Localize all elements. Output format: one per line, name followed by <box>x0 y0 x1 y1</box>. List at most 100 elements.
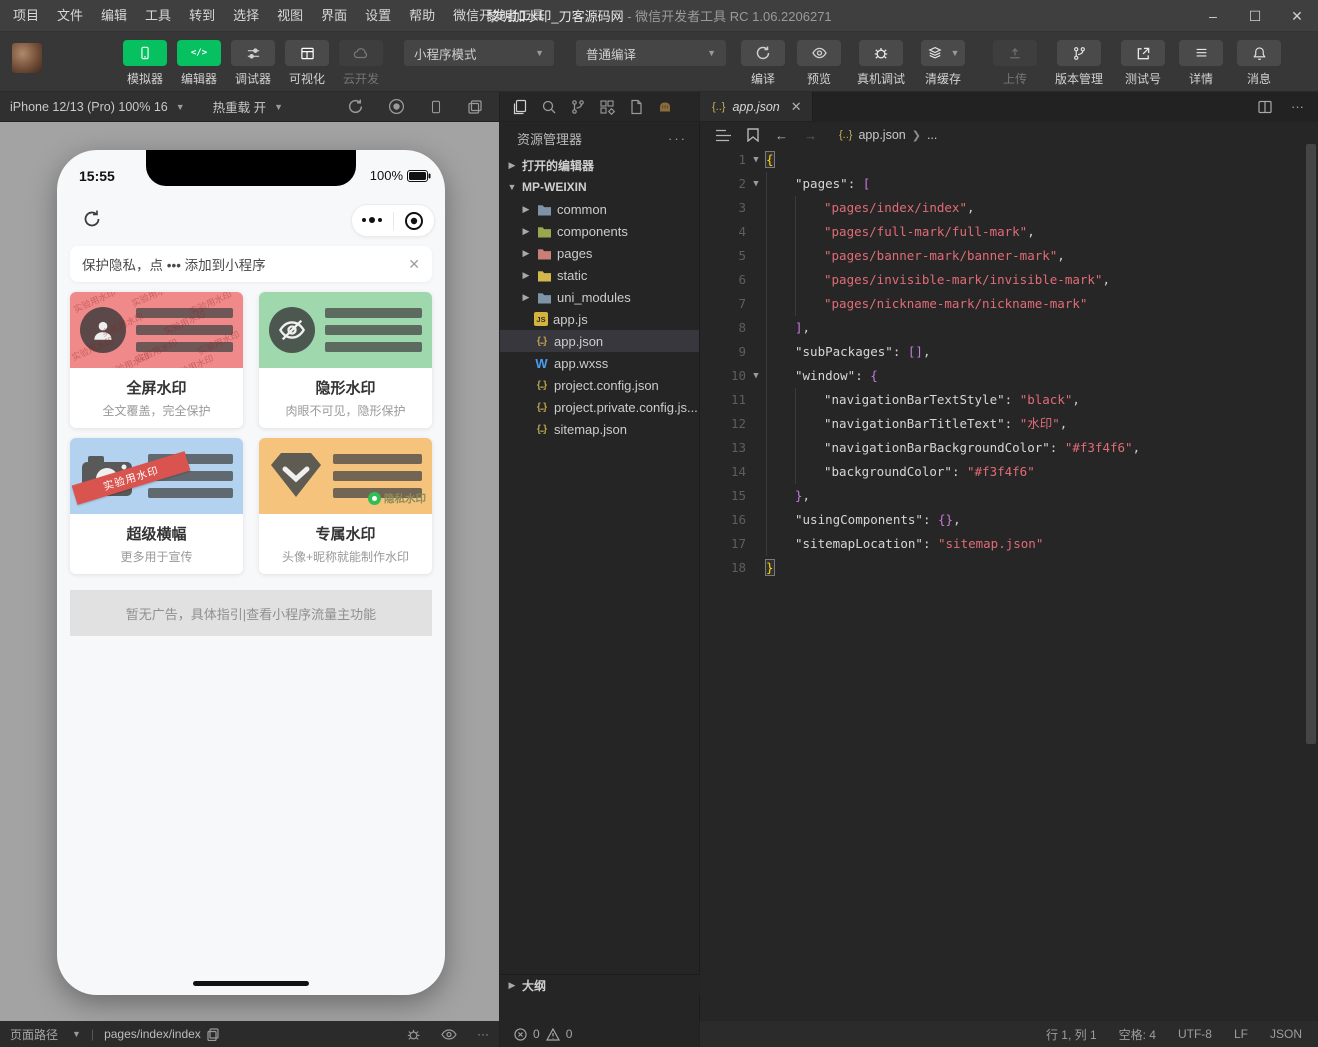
device-icon[interactable] <box>429 98 443 115</box>
menu-item[interactable]: 选择 <box>224 0 268 32</box>
view-toggle-模拟器[interactable]: 模拟器 <box>122 40 168 87</box>
code-line[interactable]: 11 "navigationBarTextStyle": "black", <box>700 388 1304 412</box>
action-预览[interactable]: 预览 <box>796 40 842 87</box>
action-上传[interactable]: 上传 <box>992 40 1038 87</box>
feature-card[interactable]: 隐私水印 专属水印 头像+昵称就能制作水印 <box>259 438 432 574</box>
tree-file-app.wxss[interactable]: Wapp.wxss <box>500 352 699 374</box>
more-icon[interactable]: ··· <box>477 1027 489 1041</box>
maximize-button[interactable]: ☐ <box>1234 0 1276 32</box>
action-编译[interactable]: 编译 <box>740 40 786 87</box>
mode-select[interactable]: 小程序模式 ▼ <box>404 40 554 66</box>
code-line[interactable]: 17 "sitemapLocation": "sitemap.json" <box>700 532 1304 556</box>
minimize-button[interactable]: – <box>1192 0 1234 32</box>
code-line[interactable]: 3 "pages/index/index", <box>700 196 1304 220</box>
avatar[interactable] <box>12 43 42 73</box>
tree-folder-static[interactable]: ▶ static <box>500 264 699 286</box>
cursor-position[interactable]: 行 1, 列 1 <box>1046 1026 1097 1043</box>
code-line[interactable]: 6 "pages/invisible-mark/invisible-mark", <box>700 268 1304 292</box>
code-line[interactable]: 13 "navigationBarBackgroundColor": "#f3f… <box>700 436 1304 460</box>
record-icon[interactable] <box>388 98 405 115</box>
compile-select[interactable]: 普通编译 ▼ <box>576 40 726 66</box>
indentation[interactable]: 空格: 4 <box>1119 1026 1156 1043</box>
tree-file-project.private.config.js...[interactable]: {..} project.private.config.js... <box>500 396 699 418</box>
code-line[interactable]: 16 "usingComponents": {}, <box>700 508 1304 532</box>
statusbar-problems-section[interactable]: 0 0 <box>500 1021 700 1047</box>
nav-back-icon[interactable]: ← <box>775 128 788 143</box>
breadcrumb-file[interactable]: {..} app.json ❯ ... <box>839 128 937 142</box>
action-详情[interactable]: 详情 <box>1178 40 1224 87</box>
feature-card[interactable]: 隐形水印 肉眼不可见，隐形保护 <box>259 292 432 428</box>
code-line[interactable]: 9 "subPackages": [], <box>700 340 1304 364</box>
extensions-icon[interactable] <box>599 99 615 115</box>
search-icon[interactable] <box>541 99 557 115</box>
source-control-icon[interactable] <box>570 99 586 115</box>
bookmark-icon[interactable] <box>747 128 759 142</box>
more-icon[interactable]: ··· <box>668 131 687 146</box>
npm-build-icon[interactable] <box>657 99 673 115</box>
language-mode[interactable]: JSON <box>1270 1027 1302 1041</box>
encoding[interactable]: UTF-8 <box>1178 1027 1212 1041</box>
more-dots-icon[interactable] <box>352 217 393 223</box>
menu-item[interactable]: 转到 <box>180 0 224 32</box>
list-icon[interactable] <box>716 129 731 142</box>
code-line[interactable]: 4 "pages/full-mark/full-mark", <box>700 220 1304 244</box>
view-toggle-可视化[interactable]: 可视化 <box>284 40 330 87</box>
hot-reload-toggle[interactable]: 热重载 开 <box>213 97 266 116</box>
feature-card[interactable]: 实验用水印 实验用水印 实验用水印 实验用水印 实验用水印 实验用水印 实验用水印 实验用水印… <box>70 292 243 428</box>
code-line[interactable]: 15 }, <box>700 484 1304 508</box>
menu-item[interactable]: 帮助 <box>400 0 444 32</box>
code-line[interactable]: 7 "pages/nickname-mark/nickname-mark" <box>700 292 1304 316</box>
split-editor-icon[interactable] <box>1257 99 1273 115</box>
menu-item[interactable]: 工具 <box>136 0 180 32</box>
files-icon[interactable] <box>512 99 528 115</box>
windows-icon[interactable] <box>467 98 483 115</box>
code-line[interactable]: 10 ▼ "window": { <box>700 364 1304 388</box>
code-line[interactable]: 12 "navigationBarTitleText": "水印", <box>700 412 1304 436</box>
action-真机调试[interactable]: 真机调试 <box>852 40 910 87</box>
code-line[interactable]: 14 "backgroundColor": "#f3f4f6" <box>700 460 1304 484</box>
eol[interactable]: LF <box>1234 1027 1248 1041</box>
menu-item[interactable]: 视图 <box>268 0 312 32</box>
tab-app-json[interactable]: {..} app.json ✕ <box>700 92 813 121</box>
eye-icon[interactable] <box>441 1028 457 1040</box>
tree-file-app.json[interactable]: {..} app.json <box>500 330 699 352</box>
file-preview-icon[interactable] <box>628 99 644 115</box>
action-消息[interactable]: 消息 <box>1236 40 1282 87</box>
code-area[interactable]: 1 ▼ { 2 ▼ "pages": [ 3 "pages/index/index"… <box>700 148 1304 1021</box>
tree-folder-components[interactable]: ▶ components <box>500 220 699 242</box>
code-line[interactable]: 1 ▼ { <box>700 148 1304 172</box>
open-editors-section[interactable]: ▶ 打开的编辑器 <box>500 154 699 176</box>
code-line[interactable]: 8 ], <box>700 316 1304 340</box>
debug-icon[interactable] <box>406 1027 421 1042</box>
view-toggle-调试器[interactable]: 调试器 <box>230 40 276 87</box>
page-refresh-icon[interactable] <box>81 208 103 230</box>
code-line[interactable]: 5 "pages/banner-mark/banner-mark", <box>700 244 1304 268</box>
close-tab-icon[interactable]: ✕ <box>791 99 802 115</box>
more-icon[interactable]: ··· <box>1291 99 1304 114</box>
view-toggle-编辑器[interactable]: </> 编辑器 <box>176 40 222 87</box>
tree-folder-pages[interactable]: ▶ pages <box>500 242 699 264</box>
menu-item[interactable]: 文件 <box>48 0 92 32</box>
menu-item[interactable]: 编辑 <box>92 0 136 32</box>
feature-card[interactable]: 实验用水印 超级横幅 更多用于宣传 <box>70 438 243 574</box>
action-清缓存[interactable]: ▼ 清缓存 <box>920 40 966 87</box>
code-line[interactable]: 2 ▼ "pages": [ <box>700 172 1304 196</box>
exit-target-icon[interactable] <box>394 211 435 231</box>
close-icon[interactable]: ✕ <box>408 256 420 273</box>
editor-scrollbar[interactable] <box>1306 144 1316 744</box>
project-root-section[interactable]: ▼ MP-WEIXIN <box>500 176 699 198</box>
copy-icon[interactable] <box>207 1027 219 1041</box>
outline-section[interactable]: ▶ 大纲 <box>500 974 700 995</box>
action-测试号[interactable]: 测试号 <box>1120 40 1166 87</box>
tree-folder-uni_modules[interactable]: ▶ uni_modules <box>500 286 699 308</box>
device-select[interactable]: iPhone 12/13 (Pro) 100% 16 <box>10 100 168 114</box>
sim-refresh-icon[interactable] <box>347 98 364 115</box>
view-toggle-云开发[interactable]: 云开发 <box>338 40 384 87</box>
code-line[interactable]: 18 } <box>700 556 1304 580</box>
menu-item[interactable]: 界面 <box>312 0 356 32</box>
action-版本管理[interactable]: 版本管理 <box>1050 40 1108 87</box>
close-button[interactable]: ✕ <box>1276 0 1318 32</box>
tree-file-sitemap.json[interactable]: {..} sitemap.json <box>500 418 699 440</box>
page-path-select[interactable]: 页面路径 <box>10 1026 58 1043</box>
tree-folder-common[interactable]: ▶ common <box>500 198 699 220</box>
